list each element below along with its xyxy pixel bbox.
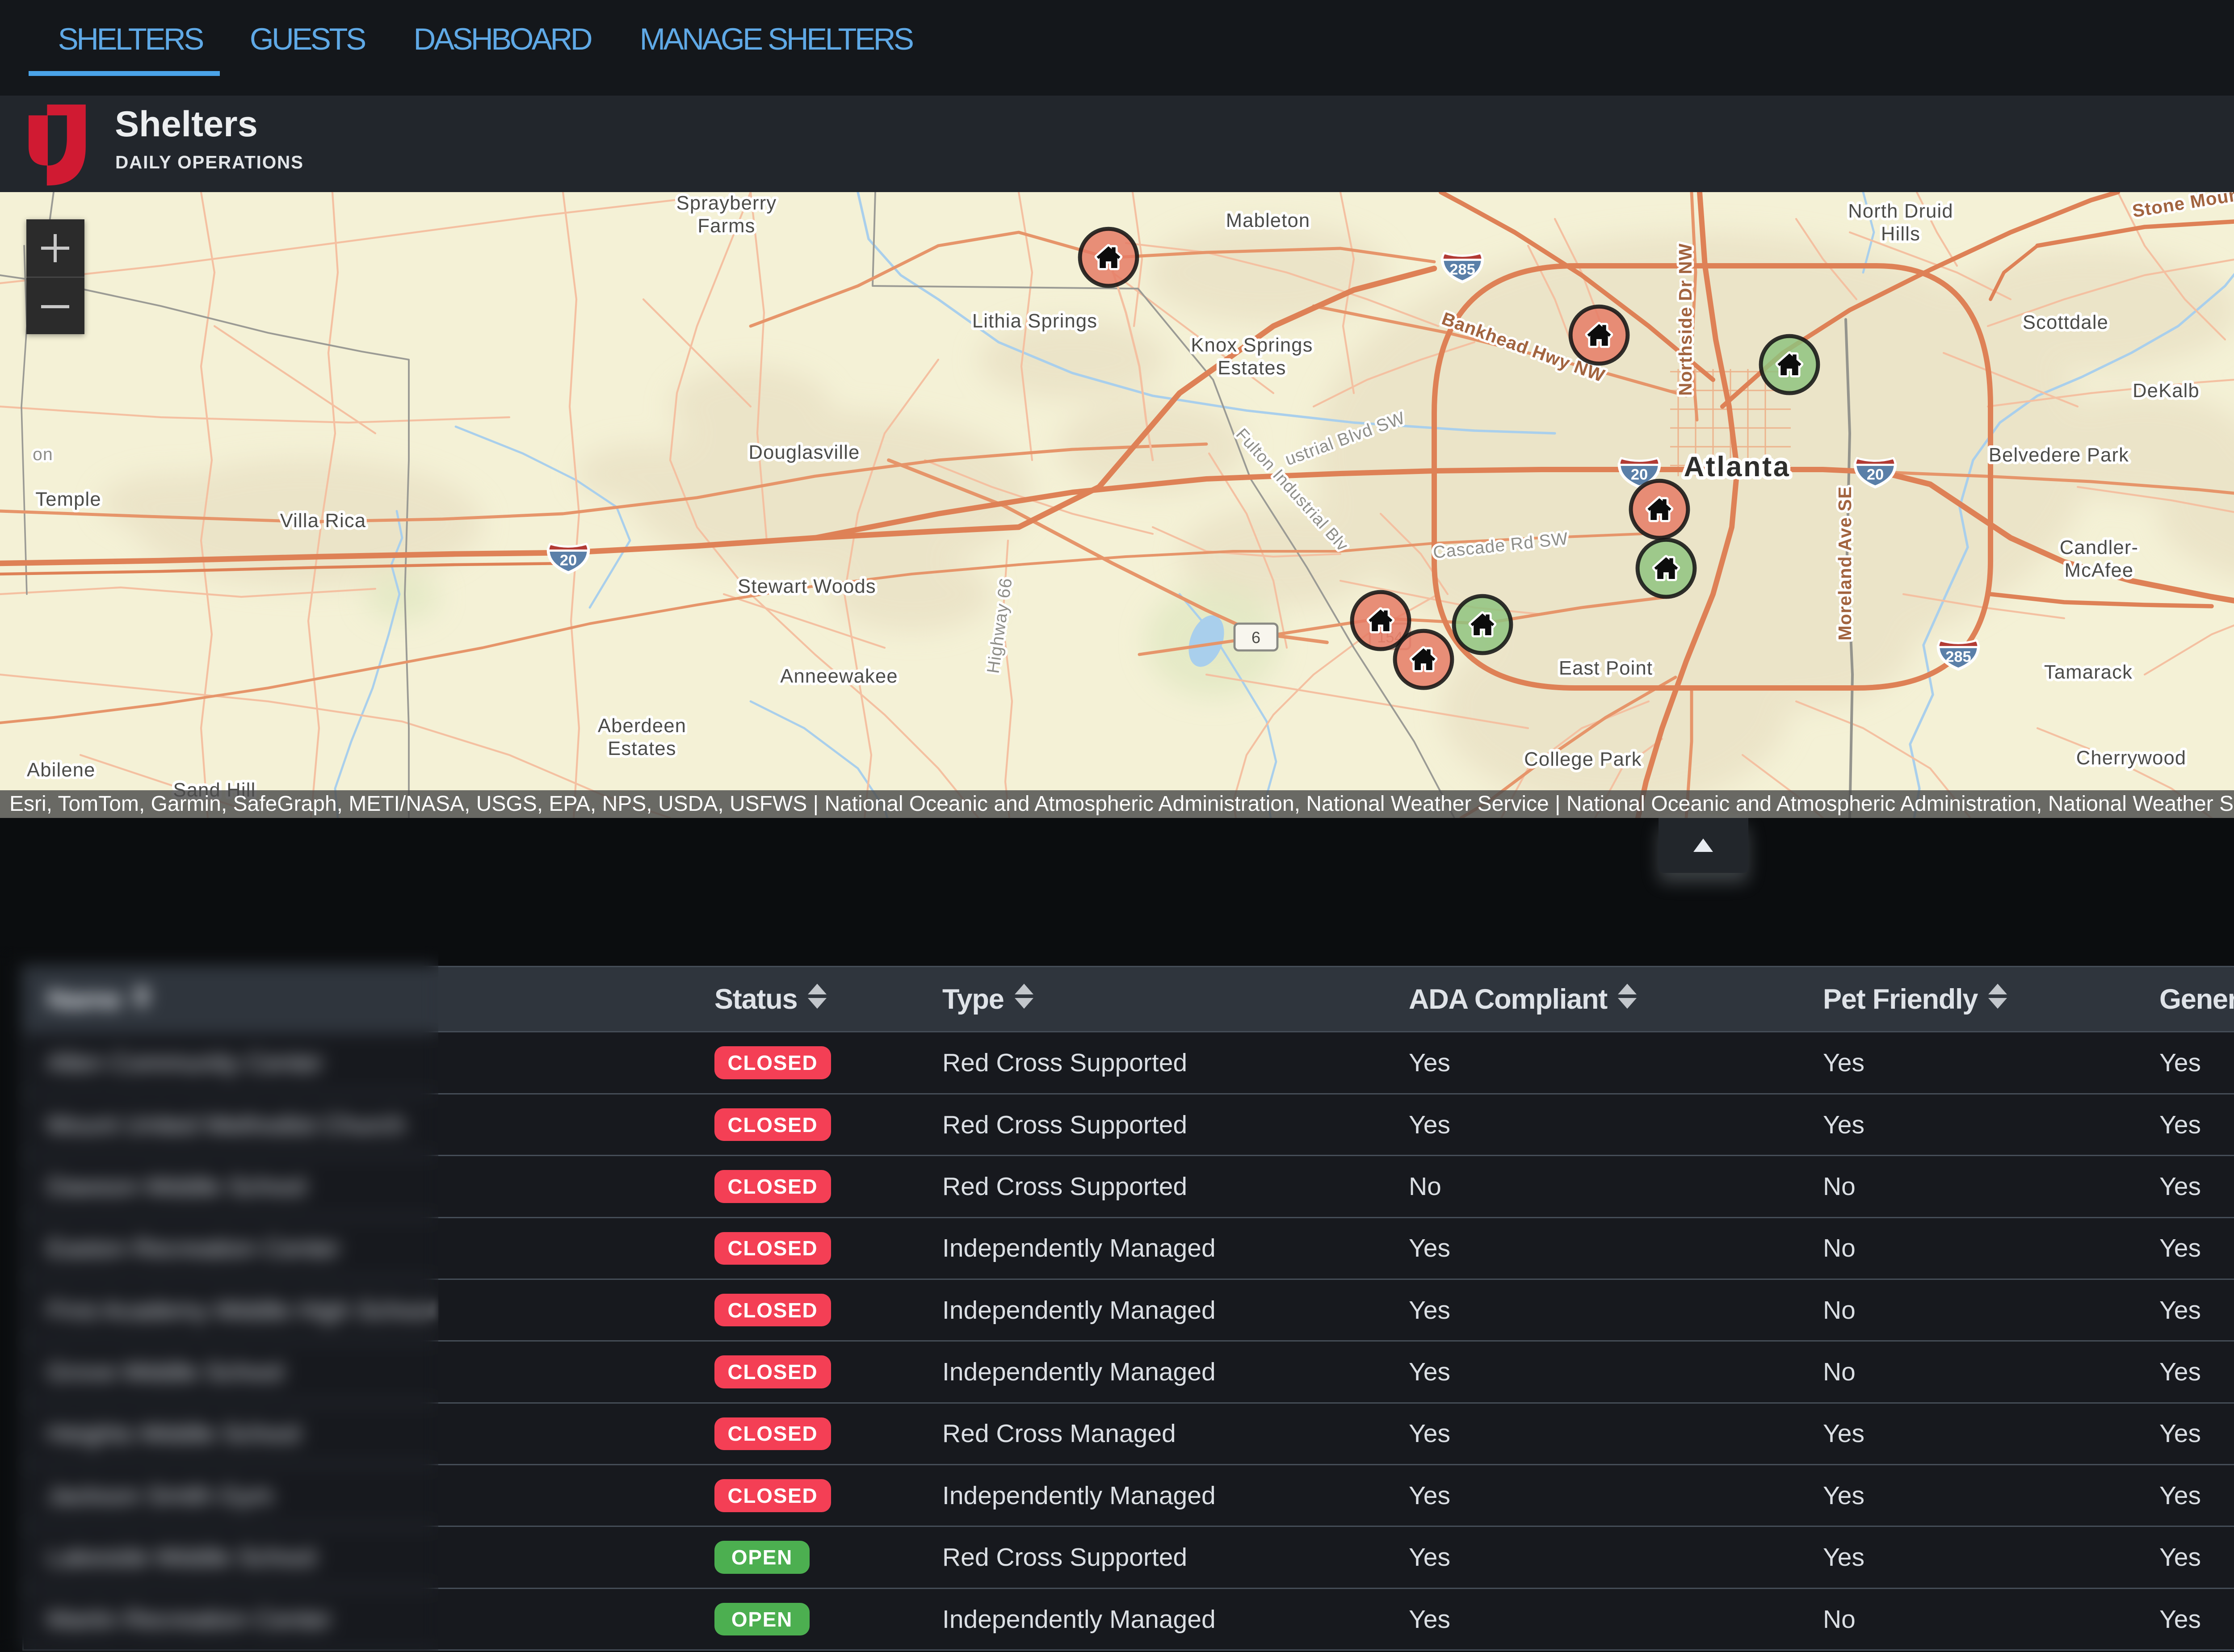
svg-text:on: on <box>33 445 53 464</box>
svg-text:Atlanta: Atlanta <box>1684 451 1791 482</box>
svg-text:DeKalb: DeKalb <box>2133 380 2200 402</box>
svg-text:Estates: Estates <box>1218 357 1286 379</box>
svg-text:Candler-: Candler- <box>2060 537 2138 558</box>
svg-text:McAfee: McAfee <box>2065 560 2134 581</box>
svg-text:Anneewakee: Anneewakee <box>780 666 898 687</box>
svg-text:285: 285 <box>1449 261 1475 278</box>
svg-text:Cherrywood: Cherrywood <box>2076 747 2187 769</box>
svg-text:Temple: Temple <box>35 489 101 510</box>
svg-text:Scottdale: Scottdale <box>2023 312 2108 333</box>
svg-text:Mableton: Mableton <box>1226 210 1310 231</box>
svg-text:20: 20 <box>560 552 577 569</box>
svg-text:Lithia Springs: Lithia Springs <box>972 310 1097 332</box>
svg-text:Douglasville: Douglasville <box>749 442 860 463</box>
svg-text:Tamarack: Tamarack <box>2044 662 2133 683</box>
svg-text:Estates: Estates <box>608 738 676 759</box>
svg-text:College Park: College Park <box>1524 749 1642 770</box>
svg-text:Farms: Farms <box>697 215 755 237</box>
svg-text:North Druid: North Druid <box>1848 201 1953 222</box>
svg-text:Moreland Ave SE: Moreland Ave SE <box>1835 486 1855 641</box>
svg-text:Northside Dr NW: Northside Dr NW <box>1675 243 1696 396</box>
svg-text:20: 20 <box>1631 466 1648 483</box>
svg-text:Abilene: Abilene <box>27 759 96 781</box>
svg-text:Villa Rica: Villa Rica <box>280 510 366 532</box>
svg-text:Sprayberry: Sprayberry <box>676 193 777 214</box>
svg-text:Belvedere Park: Belvedere Park <box>1989 444 2129 466</box>
svg-text:285: 285 <box>1945 648 1971 665</box>
svg-text:Aberdeen: Aberdeen <box>598 715 686 737</box>
svg-text:20: 20 <box>1867 466 1884 483</box>
svg-text:6: 6 <box>1251 628 1260 646</box>
svg-text:Hills: Hills <box>1881 223 1920 245</box>
svg-text:Knox Springs: Knox Springs <box>1191 335 1313 356</box>
svg-text:East Point: East Point <box>1559 658 1653 679</box>
svg-text:Stewart Woods: Stewart Woods <box>738 576 876 597</box>
